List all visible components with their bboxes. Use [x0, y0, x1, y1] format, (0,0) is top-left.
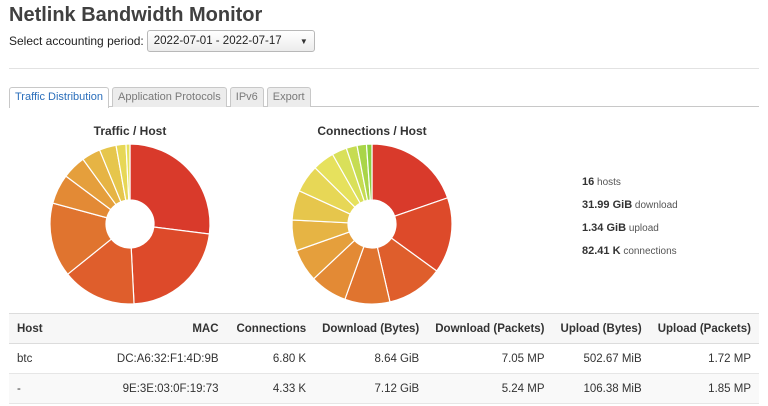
stat-hosts: 16 hosts	[582, 176, 621, 188]
cell-download-bytes: 8.64 GiB	[314, 343, 428, 374]
period-select[interactable]: 2022-07-01 - 2022-07-17 ▼	[146, 30, 315, 52]
tab-ipv6[interactable]: IPv6	[229, 87, 264, 107]
header-host[interactable]: Host	[9, 313, 91, 344]
table-header-row: Host MAC Connections Download (Bytes) Do…	[9, 313, 759, 344]
stat-upload: 1.34 GiB upload	[582, 222, 659, 234]
header-connections[interactable]: Connections	[226, 313, 315, 344]
tab-application-protocols[interactable]: Application Protocols	[112, 87, 227, 107]
traffic-chart-title: Traffic / Host	[93, 124, 167, 138]
hosts-table: Host MAC Connections Download (Bytes) Do…	[9, 313, 759, 404]
pie-slice-0[interactable]	[129, 143, 211, 235]
header-upload-bytes[interactable]: Upload (Bytes)	[552, 313, 650, 344]
connections-chart: Connections / Host	[282, 124, 462, 308]
cell-mac-link[interactable]: DC:A6:32:F1:4D:9B	[90, 343, 227, 374]
cell-host: btc	[9, 343, 91, 374]
period-label: Select accounting period:	[9, 34, 144, 48]
cell-upload-packets: 1.85 MP	[649, 373, 759, 404]
cell-upload-packets: 1.72 MP	[649, 343, 759, 374]
stat-download: 31.99 GiB download	[582, 199, 678, 211]
stat-connections: 82.41 K connections	[582, 245, 677, 257]
cell-connections-link[interactable]: 6.80 K	[226, 343, 315, 374]
header-mac[interactable]: MAC	[90, 313, 227, 344]
tab-export[interactable]: Export	[266, 87, 311, 107]
cell-mac-link[interactable]: 9E:3E:03:0F:19:73	[90, 373, 227, 404]
chevron-down-icon: ▼	[299, 36, 308, 46]
tab-traffic-distribution[interactable]: Traffic Distribution	[9, 87, 110, 108]
traffic-chart: Traffic / Host	[40, 124, 220, 308]
cell-download-packets: 7.05 MP	[427, 343, 553, 374]
connections-chart-title: Connections / Host	[317, 124, 427, 138]
header-upload-packets[interactable]: Upload (Packets)	[649, 313, 759, 344]
cell-download-bytes: 7.12 GiB	[314, 373, 428, 404]
page-title: Netlink Bandwidth Monitor	[9, 4, 263, 26]
tab-bar: Traffic Distribution Application Protoco…	[9, 87, 759, 108]
traffic-pie	[49, 143, 211, 305]
header-download-bytes[interactable]: Download (Bytes)	[314, 313, 428, 344]
stats-summary: 16 hosts 31.99 GiB download 1.34 GiB upl…	[582, 176, 678, 268]
header-download-packets[interactable]: Download (Packets)	[427, 313, 553, 344]
table-row: - 9E:3E:03:0F:19:73 4.33 K 7.12 GiB 5.24…	[9, 373, 759, 404]
cell-upload-bytes: 502.67 MiB	[552, 343, 650, 374]
cell-download-packets: 5.24 MP	[427, 373, 553, 404]
pie-slice-1[interactable]	[130, 226, 211, 305]
period-row: Select accounting period: 2022-07-01 - 2…	[9, 30, 315, 52]
period-select-value: 2022-07-01 - 2022-07-17	[153, 35, 282, 47]
connections-pie	[291, 143, 453, 305]
divider	[9, 68, 759, 69]
table-row: btc DC:A6:32:F1:4D:9B 6.80 K 8.64 GiB 7.…	[9, 343, 759, 374]
cell-upload-bytes: 106.38 MiB	[552, 373, 650, 404]
cell-host: -	[9, 373, 91, 404]
cell-connections-link[interactable]: 4.33 K	[226, 373, 315, 404]
